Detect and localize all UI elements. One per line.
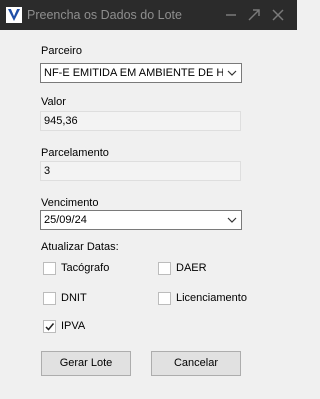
vencimento-value: 25/09/24 [44,214,87,226]
dnit-label: DNIT [61,292,87,304]
parceiro-select[interactable]: NF-E EMITIDA EM AMBIENTE DE HOMOLOGACAO … [40,63,242,83]
ipva-label: IPVA [61,320,86,332]
window-title: Preencha os Dados do Lote [27,8,182,22]
parcelamento-value: 3 [44,165,51,177]
atualizar-datas-label: Atualizar Datas: [41,241,119,253]
parceiro-label: Parceiro [41,45,82,57]
licenciamento-label: Licenciamento [176,292,247,304]
licenciamento-checkbox[interactable] [158,292,171,305]
daer-label: DAER [176,262,207,274]
app-logo-icon [6,7,22,23]
cancelar-button[interactable]: Cancelar [151,351,241,376]
dialog-body: Parceiro NF-E EMITIDA EM AMBIENTE DE HOM… [0,30,297,399]
daer-checkbox[interactable] [158,262,171,275]
checkmark-icon [45,323,55,331]
chevron-down-icon[interactable] [223,64,241,82]
tacografo-checkbox[interactable] [43,262,56,275]
parcelamento-label: Parcelamento [41,147,109,159]
parcelamento-field[interactable]: 3 [40,161,241,181]
gerar-lote-button[interactable]: Gerar Lote [41,351,131,376]
valor-field[interactable]: 945,36 [40,111,241,131]
chevron-down-icon[interactable] [223,211,241,229]
close-icon[interactable] [267,4,289,26]
maximize-icon[interactable] [243,4,265,26]
dnit-checkbox[interactable] [43,292,56,305]
vencimento-label: Vencimento [41,197,99,209]
valor-label: Valor [41,96,66,108]
ipva-checkbox[interactable] [43,320,56,333]
tacografo-label: Tacógrafo [61,262,110,274]
valor-value: 945,36 [44,115,78,127]
title-bar[interactable]: Preencha os Dados do Lote [0,0,297,30]
minimize-icon[interactable] [220,4,242,26]
parceiro-value: NF-E EMITIDA EM AMBIENTE DE HOMOLOGACAO … [44,67,241,79]
vencimento-date-picker[interactable]: 25/09/24 [40,210,242,230]
